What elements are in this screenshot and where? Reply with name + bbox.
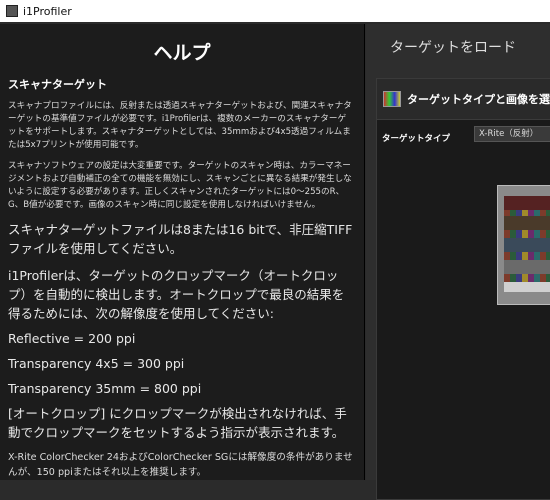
target-chart-band	[504, 238, 550, 252]
target-type-label: ターゲットタイプ	[382, 134, 451, 144]
help-paragraph-4: i1Profilerは、ターゲットのクロップマーク（オートクロップ）を自動的に検…	[8, 268, 345, 321]
target-chart-band	[504, 216, 550, 230]
target-card: ターゲットタイプと画像を選択 ターゲットタイプ X-Rite（反射）	[376, 78, 550, 500]
target-type-select[interactable]: X-Rite（反射）	[474, 126, 550, 142]
help-resolution-4x5: Transparency 4x5 = 300 ppi	[8, 356, 185, 371]
target-card-header-label: ターゲットタイプと画像を選択	[407, 93, 550, 106]
target-card-header: ターゲットタイプと画像を選択	[377, 79, 550, 120]
help-resolution-reflective: Reflective = 200 ppi	[8, 331, 136, 346]
load-target-panel: ターゲットをロード ターゲットタイプと画像を選択 ターゲットタイプ X-Rite…	[366, 24, 550, 500]
help-resolution-35mm: Transparency 35mm = 800 ppi	[8, 381, 202, 396]
target-chart-band	[504, 282, 550, 292]
help-paragraph-6: X-Rite ColorChecker 24およびColorChecker SG…	[8, 452, 353, 478]
help-heading: ヘルプ	[153, 42, 211, 64]
help-paragraph-5: [オートクロップ] にクロップマークが検出されなければ、手動でクロップマークをセ…	[8, 406, 347, 440]
window-titlebar: i1Profiler	[0, 0, 550, 22]
help-paragraph-2: スキャナソフトウェアの設定は大変重要です。ターゲットのスキャン時は、カラーマネー…	[8, 161, 352, 210]
load-target-title: ターゲットをロード	[390, 40, 516, 56]
target-chart-band	[504, 260, 550, 274]
help-paragraph-3: スキャナターゲットファイルは8または16 bitで、非圧縮TIFFファイルを使用…	[8, 222, 353, 256]
help-paragraph-1: スキャナプロファイルには、反射または透過スキャナターゲットおよび、関連スキャナタ…	[8, 101, 352, 150]
help-panel: ヘルプ スキャナターゲット スキャナプロファイルには、反射または透過スキャナター…	[0, 24, 365, 480]
window-title: i1Profiler	[23, 4, 72, 18]
target-image-icon	[383, 91, 401, 107]
target-chart-band	[504, 196, 550, 210]
target-chart-thumbnail[interactable]	[497, 185, 550, 305]
help-subheading: スキャナターゲット	[8, 78, 107, 91]
app-icon	[6, 5, 18, 17]
